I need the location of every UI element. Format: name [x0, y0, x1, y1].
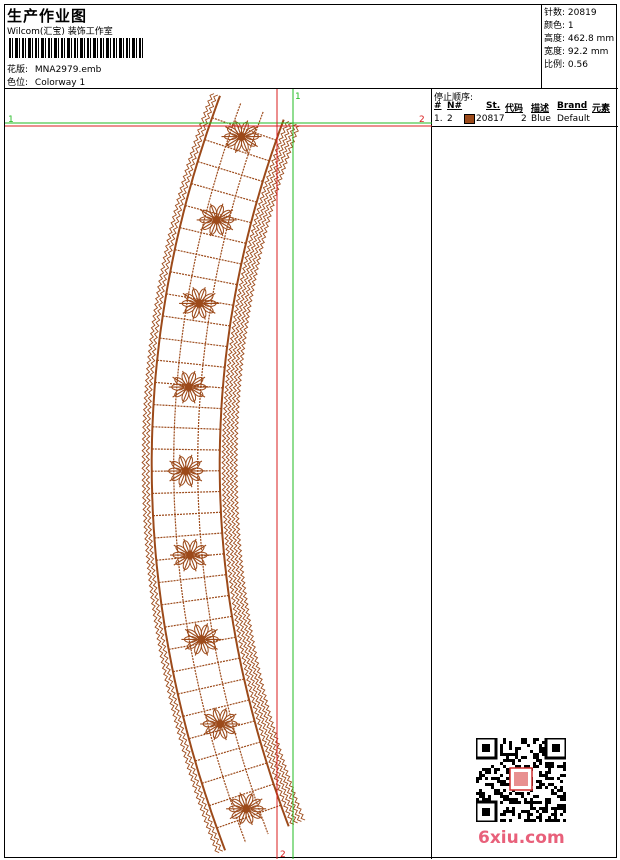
design-file-value: MNA2979.emb	[34, 65, 102, 75]
production-worksheet: 生产作业图 Wilcom(汇宝) 装饰工作室 花版: MNA2979.emb 色…	[4, 4, 618, 859]
flower-center	[216, 719, 225, 728]
col-element: 元素	[592, 104, 611, 114]
flower-center	[184, 383, 193, 392]
guide-label-v-bottom: 2	[280, 850, 286, 859]
col-code: 代码	[505, 104, 524, 114]
guide-label-h-left: 1	[8, 115, 14, 125]
watermark: 6xiu.com	[478, 828, 565, 848]
flower-center	[197, 635, 206, 644]
guide-label-v-top: 1	[295, 92, 301, 102]
stats-panel: 针数: 20819 颜色: 1 高度: 462.8 mm 宽度: 92.2 mm…	[542, 5, 618, 89]
row-code: 2	[521, 114, 527, 124]
stop-sequence-header: # N# St. 代码 描述 Brand 元素	[432, 101, 618, 114]
row-index: 1.	[434, 114, 443, 124]
flower-center	[242, 804, 251, 813]
row-brand: Default	[557, 114, 590, 124]
embroidery-design: 1 2 1 2	[5, 89, 432, 859]
colorway-row: 色位: Colorway 1	[7, 75, 85, 88]
header-panel: 生产作业图 Wilcom(汇宝) 装饰工作室 花版: MNA2979.emb 色…	[5, 5, 542, 89]
row-number: 2	[447, 114, 453, 124]
stop-sequence-row: 1. 2 20817 2 Blue Default	[432, 114, 618, 127]
col-description: 描述	[531, 104, 550, 114]
scallop-edge-outer	[233, 125, 306, 821]
scallop-edge-outer	[229, 123, 302, 822]
flower-center	[195, 299, 204, 308]
row-description: Blue	[531, 114, 551, 124]
stat-scale: 比例: 0.56	[544, 60, 588, 70]
stat-height: 高度: 462.8 mm	[544, 34, 615, 44]
design-file-label: 花版:	[7, 65, 29, 75]
design-file-row: 花版: MNA2979.emb	[7, 62, 101, 75]
stat-colors: 颜色: 1	[544, 21, 574, 31]
flower-center	[237, 132, 246, 141]
flower-center	[185, 551, 194, 560]
col-stitches: St.	[486, 101, 501, 111]
flower-center	[181, 466, 190, 475]
color-swatch	[464, 114, 475, 124]
stat-stitches: 针数: 20819	[544, 8, 597, 18]
colorway-value: Colorway 1	[34, 78, 86, 88]
barcode	[9, 38, 143, 58]
company-name: Wilcom(汇宝) 装饰工作室	[7, 27, 113, 37]
guide-label-h-right: 2	[419, 115, 425, 125]
flower-center	[212, 215, 221, 224]
lace-band	[141, 93, 306, 854]
qr-code	[476, 738, 566, 822]
row-stitches: 20817	[476, 114, 505, 124]
design-canvas: 1 2 1 2	[5, 89, 432, 859]
col-number: N#	[447, 101, 463, 111]
colorway-label: 色位:	[7, 78, 29, 88]
col-index: #	[434, 101, 442, 111]
page-title: 生产作业图	[7, 7, 88, 25]
col-brand: Brand	[557, 101, 588, 111]
stat-width: 宽度: 92.2 mm	[544, 47, 609, 57]
scallop-edge-outer	[225, 122, 298, 824]
